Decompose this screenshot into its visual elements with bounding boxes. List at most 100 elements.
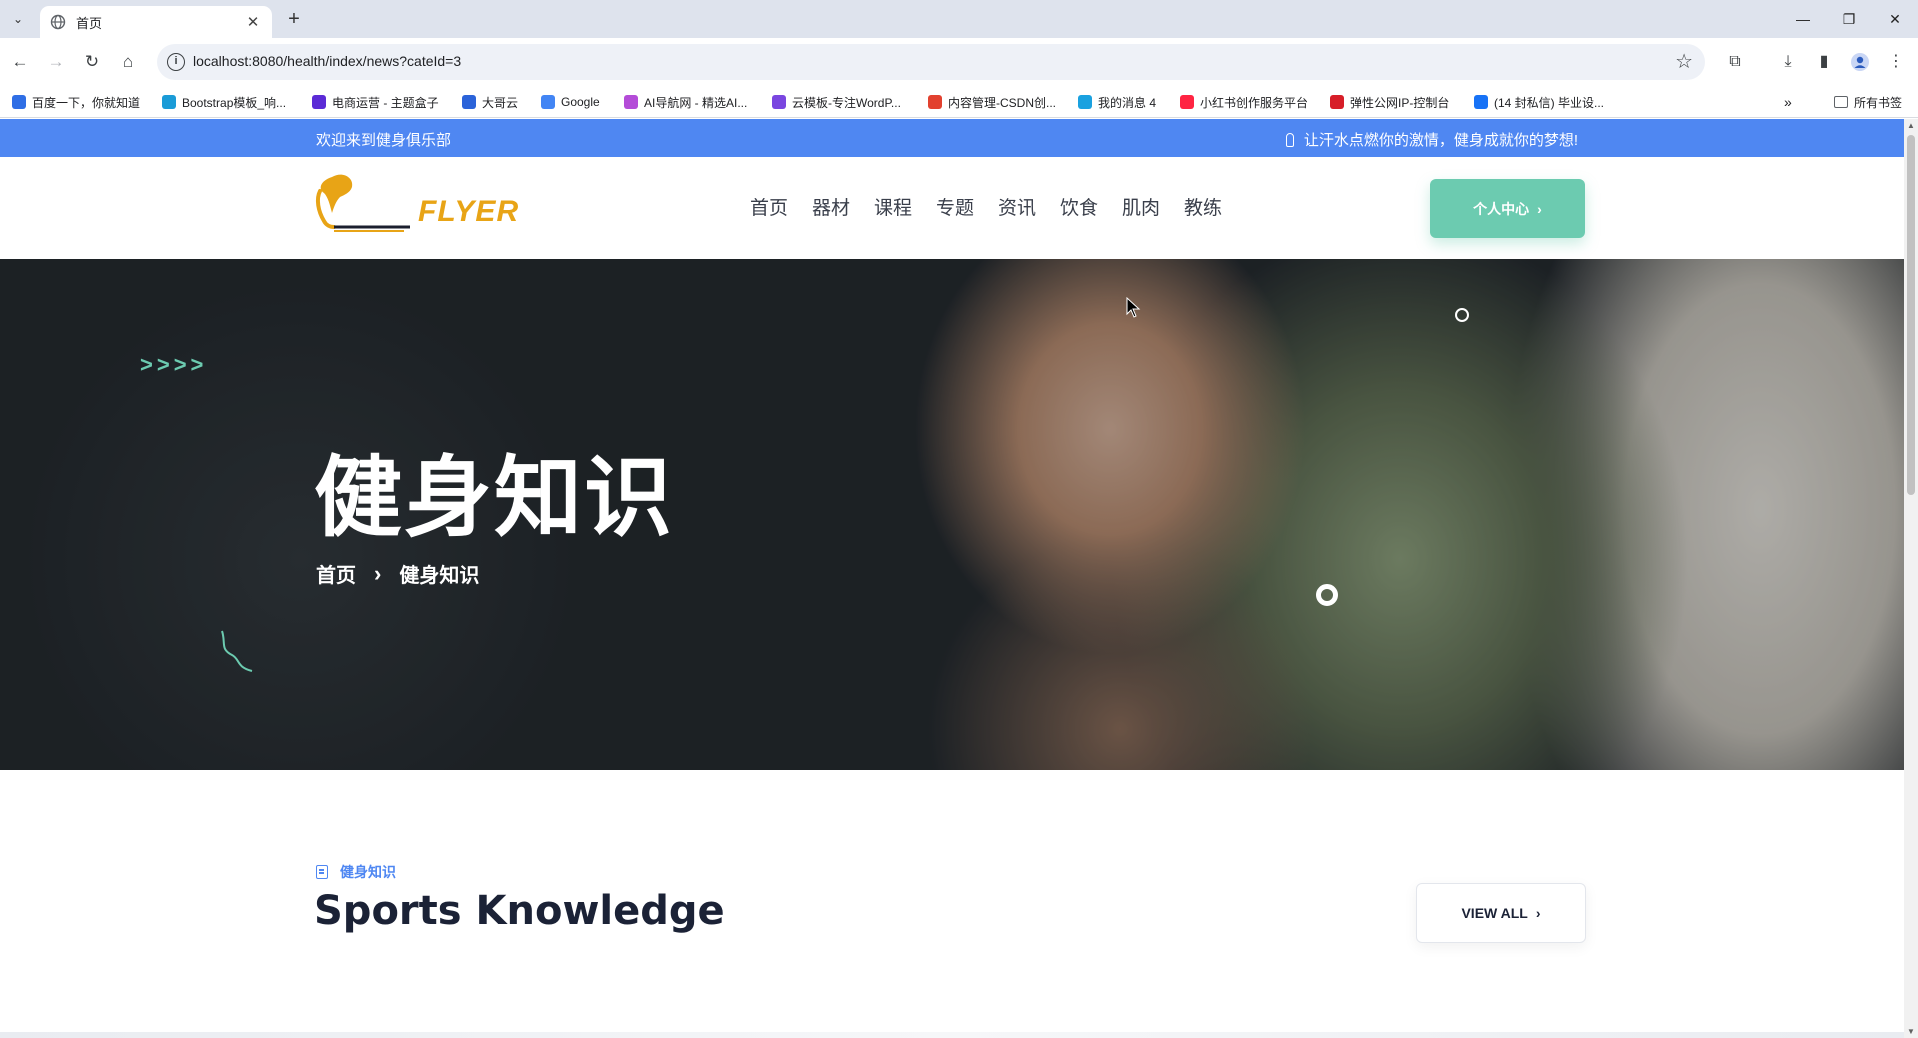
nav-news[interactable]: 资讯	[998, 193, 1060, 220]
flyer-logo-icon	[315, 174, 410, 232]
side-panel-icon[interactable]: ▮	[1810, 48, 1838, 76]
slogan-icon	[1285, 132, 1294, 147]
section-kicker: 健身知识	[316, 862, 396, 882]
close-tab-icon[interactable]: ✕	[244, 13, 262, 31]
chevron-right-icon: ›	[374, 560, 382, 586]
ring-decoration-icon	[1316, 584, 1338, 606]
google-icon	[541, 95, 555, 109]
logo-text: FLYER	[418, 195, 520, 228]
new-tab-icon[interactable]: +	[282, 8, 306, 32]
extensions-icon[interactable]: ⧉	[1721, 48, 1749, 76]
bookmark-item[interactable]: 我的消息 4	[1078, 92, 1156, 112]
user-center-button[interactable]: 个人中心 ›	[1430, 179, 1585, 238]
bookmark-item[interactable]: 大哥云	[462, 92, 518, 112]
breadcrumb-current: 健身知识	[399, 565, 480, 587]
bookmark-label: Google	[561, 95, 600, 109]
bookmark-label: 云模板-专注WordP...	[792, 95, 901, 110]
close-window-icon[interactable]: ✕	[1872, 4, 1918, 34]
nav-topics[interactable]: 专题	[936, 193, 998, 220]
breadcrumb: 首页 › 健身知识	[316, 559, 479, 588]
back-icon[interactable]: ←	[6, 48, 34, 76]
bookmark-label: 大哥云	[482, 95, 519, 110]
nav-courses[interactable]: 课程	[874, 193, 936, 220]
forward-icon[interactable]: →	[42, 48, 70, 76]
bootstrap-icon	[162, 95, 176, 109]
scrollbar-thumb[interactable]	[1907, 135, 1915, 495]
mouse-cursor-icon	[1126, 297, 1141, 318]
bookmark-item[interactable]: 小红书创作服务平台	[1180, 92, 1308, 112]
bookmark-item[interactable]: Bootstrap模板_响...	[162, 92, 286, 112]
hero-title: 健身知识	[314, 446, 675, 549]
nav-home[interactable]: 首页	[750, 193, 812, 220]
nav-coaches[interactable]: 教练	[1184, 193, 1246, 220]
cloud-icon	[462, 95, 476, 109]
profile-icon[interactable]	[1846, 48, 1874, 76]
scroll-down-icon[interactable]: ▼	[1904, 1027, 1918, 1036]
knowledge-section: 健身知识 Sports Knowledge VIEW ALL ›	[0, 770, 1904, 1038]
squiggle-decoration-icon	[221, 630, 253, 672]
bilibili-icon	[1078, 95, 1092, 109]
zhihu-icon	[1474, 95, 1488, 109]
menu-kebab-icon[interactable]: ⋮	[1882, 48, 1910, 76]
welcome-text: 欢迎来到健身俱乐部	[316, 132, 452, 149]
bookmark-item[interactable]: (14 封私信) 毕业设...	[1474, 92, 1604, 112]
bookmark-item[interactable]: AI导航网 - 精选AI...	[624, 92, 747, 112]
template-icon	[772, 95, 786, 109]
bookmark-item[interactable]: Google	[541, 92, 600, 112]
address-bar[interactable]: i localhost:8080/health/index/news?cateI…	[157, 44, 1705, 80]
web-page: 欢迎来到健身俱乐部 让汗水点燃你的激情，健身成就你的梦想! FLYER 首页 器…	[0, 119, 1904, 1038]
site-info-icon[interactable]: i	[167, 53, 185, 71]
main-nav: 首页 器材 课程 专题 资讯 饮食 肌肉 教练	[750, 193, 1246, 220]
section-kicker-text: 健身知识	[340, 864, 396, 880]
document-icon	[316, 865, 328, 879]
chevron-right-icon: ›	[1537, 200, 1542, 217]
page-scrollbar[interactable]: ▲ ▼	[1904, 119, 1918, 1038]
slogan-text: 让汗水点燃你的激情，健身成就你的梦想!	[1303, 132, 1578, 149]
ai-nav-icon	[624, 95, 638, 109]
xiaohongshu-icon	[1180, 95, 1194, 109]
welcome-bar: 欢迎来到健身俱乐部 让汗水点燃你的激情，健身成就你的梦想!	[0, 119, 1904, 157]
bookmark-item[interactable]: 云模板-专注WordP...	[772, 92, 901, 112]
all-bookmarks[interactable]: 所有书签	[1834, 92, 1902, 112]
nav-muscle[interactable]: 肌肉	[1122, 193, 1184, 220]
bookmark-star-icon[interactable]: ☆	[1675, 49, 1693, 74]
view-all-button[interactable]: VIEW ALL ›	[1416, 883, 1586, 943]
slogan: 让汗水点燃你的激情，健身成就你的梦想!	[1285, 129, 1578, 150]
bookmark-label: 内容管理-CSDN创...	[948, 95, 1057, 110]
bookmark-item[interactable]: 电商运营 - 主题盒子	[312, 92, 439, 112]
scroll-up-icon[interactable]: ▲	[1904, 121, 1918, 130]
tab-search-icon[interactable]: ⌄	[6, 7, 30, 31]
section-title: Sports Knowledge	[314, 888, 725, 934]
bookmark-label: 弹性公网IP-控制台	[1350, 95, 1450, 110]
more-bookmarks-icon[interactable]: »	[1784, 92, 1792, 112]
arrows-decoration-icon: >>>>	[140, 352, 208, 377]
browser-toolbar: ← → ↻ ⌂ i localhost:8080/health/index/ne…	[0, 38, 1918, 86]
bookmark-label: 我的消息 4	[1098, 95, 1157, 110]
bookmark-item[interactable]: 百度一下，你就知道	[12, 92, 140, 112]
browser-tab-strip: ⌄ 首页 ✕ + — ❐ ✕	[0, 0, 1918, 38]
bookmarks-bar: 百度一下，你就知道 Bootstrap模板_响... 电商运营 - 主题盒子 大…	[0, 86, 1918, 118]
download-icon[interactable]: ⤓	[1774, 48, 1802, 76]
bookmark-label: 小红书创作服务平台	[1200, 95, 1309, 110]
reload-icon[interactable]: ↻	[78, 48, 106, 76]
minimize-icon[interactable]: —	[1780, 4, 1826, 34]
breadcrumb-home[interactable]: 首页	[316, 559, 356, 588]
restore-icon[interactable]: ❐	[1826, 4, 1872, 34]
hero-banner: >>>> 健身知识 首页 › 健身知识	[0, 259, 1904, 770]
bookmark-label: Bootstrap模板_响...	[182, 95, 287, 110]
nav-equipment[interactable]: 器材	[812, 193, 874, 220]
csdn-icon	[928, 95, 942, 109]
url-text[interactable]: localhost:8080/health/index/news?cateId=…	[193, 53, 461, 69]
browser-tab[interactable]: 首页 ✕	[40, 6, 272, 38]
card-row-edge	[0, 1032, 1904, 1038]
site-header: FLYER 首页 器材 课程 专题 资讯 饮食 肌肉 教练 个人中心 ›	[0, 157, 1904, 259]
bookmark-item[interactable]: 内容管理-CSDN创...	[928, 92, 1056, 112]
ring-decoration-icon	[1455, 308, 1469, 322]
bookmark-item[interactable]: 弹性公网IP-控制台	[1330, 92, 1449, 112]
bookmark-label: 百度一下，你就知道	[32, 95, 141, 110]
folder-icon	[1834, 96, 1848, 108]
site-logo[interactable]: FLYER	[314, 171, 518, 241]
tab-title: 首页	[76, 15, 103, 31]
nav-diet[interactable]: 饮食	[1060, 193, 1122, 220]
home-icon[interactable]: ⌂	[114, 48, 142, 76]
